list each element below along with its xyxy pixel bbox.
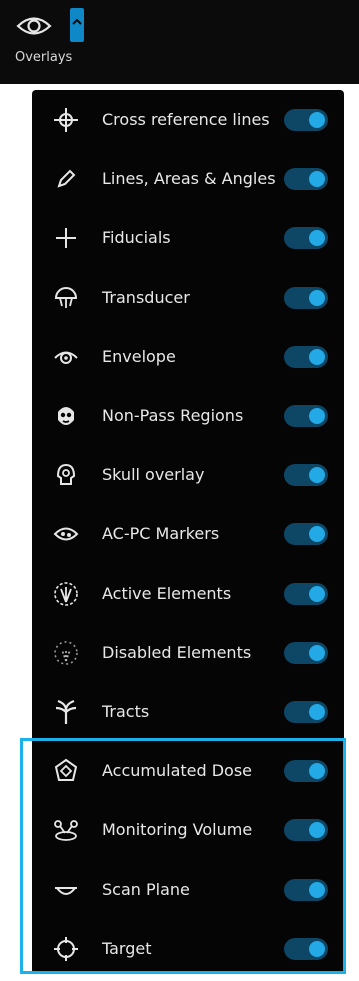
toggle-knob	[309, 881, 325, 898]
overlay-row[interactable]: Fiducials	[32, 208, 344, 267]
plus-icon	[52, 224, 80, 252]
scan-plane-icon	[52, 876, 80, 904]
toggle-knob	[309, 704, 325, 720]
overlay-label: Envelope	[102, 346, 176, 366]
overlay-label: AC-PC Markers	[102, 524, 220, 544]
overlays-label: Overlays	[15, 50, 73, 65]
overlay-row[interactable]: Disabled Elements	[32, 623, 344, 682]
overlay-row[interactable]: Non-Pass Regions	[32, 386, 344, 445]
toggle-knob	[309, 230, 325, 247]
crosshair-icon	[52, 106, 80, 134]
toggle-knob	[309, 644, 325, 661]
overlay-label: Monitoring Volume	[102, 820, 253, 840]
top-toolbar: Overlays	[0, 0, 359, 84]
envelope-icon	[52, 343, 80, 371]
overlay-label: Skull overlay	[102, 465, 205, 485]
overlay-row[interactable]: Scan Plane	[32, 860, 344, 919]
accumulated-dose-icon	[52, 757, 80, 785]
overlay-toggle[interactable]	[284, 345, 328, 368]
chevron-up-icon[interactable]	[70, 8, 84, 42]
overlay-row[interactable]: Monitoring Volume	[32, 800, 344, 859]
toggle-knob	[309, 940, 325, 957]
toggle-knob	[309, 822, 325, 839]
tracts-icon	[52, 698, 80, 726]
overlay-toggle[interactable]	[284, 286, 328, 309]
overlay-row[interactable]: Accumulated Dose	[32, 741, 344, 800]
overlay-row[interactable]: Lines, Areas & Angles	[32, 149, 344, 208]
toggle-knob	[309, 171, 325, 188]
overlay-toggle[interactable]	[284, 523, 328, 546]
overlay-row[interactable]: Target	[32, 919, 344, 978]
overlay-toggle[interactable]	[284, 819, 328, 842]
toggle-knob	[309, 526, 325, 543]
overlay-row[interactable]: Active Elements	[32, 564, 344, 623]
overlay-label: Scan Plane	[102, 879, 190, 899]
overlay-toggle[interactable]	[284, 405, 328, 427]
skull-icon	[52, 461, 80, 489]
overlay-toggle[interactable]	[284, 582, 328, 605]
overlay-label: Disabled Elements	[102, 642, 252, 662]
overlay-label: Transducer	[102, 287, 190, 307]
toggle-knob	[309, 112, 325, 128]
active-elements-icon	[52, 580, 80, 608]
overlay-label: Non-Pass Regions	[102, 406, 244, 425]
overlay-toggle[interactable]	[284, 464, 328, 487]
target-icon	[52, 935, 80, 963]
toggle-knob	[309, 763, 325, 780]
toggle-knob	[309, 585, 325, 602]
ac-pc-markers-icon	[52, 520, 80, 548]
pencil-icon	[52, 165, 80, 193]
toggle-knob	[309, 467, 325, 484]
overlay-label: Target	[102, 938, 152, 958]
eye-icon	[14, 9, 54, 43]
overlay-row[interactable]: Tracts	[32, 682, 344, 741]
monitoring-volume-icon	[52, 816, 80, 844]
overlay-row[interactable]: Envelope	[32, 327, 344, 386]
non-pass-regions-icon	[52, 402, 80, 430]
overlay-toggle[interactable]	[284, 937, 328, 960]
overlay-toggle[interactable]	[284, 227, 328, 250]
overlay-label: Lines, Areas & Angles	[102, 169, 276, 189]
overlay-toggle[interactable]	[284, 701, 328, 723]
overlay-row[interactable]: Skull overlay	[32, 445, 344, 504]
overlay-row[interactable]: Cross reference lines	[32, 90, 344, 149]
overlay-label: Cross reference lines	[102, 110, 270, 129]
overlay-toggle[interactable]	[284, 760, 328, 783]
overlay-label: Tracts	[102, 702, 150, 721]
disabled-elements-icon	[52, 639, 80, 667]
overlays-button[interactable]: Overlays	[10, 6, 90, 76]
toggle-knob	[309, 348, 325, 365]
overlay-toggle[interactable]	[284, 168, 328, 191]
overlay-label: Active Elements	[102, 583, 232, 603]
overlay-row[interactable]: Transducer	[32, 268, 344, 327]
toggle-knob	[309, 289, 325, 306]
toggle-knob	[309, 408, 325, 424]
overlay-row[interactable]: AC-PC Markers	[32, 504, 344, 563]
overlay-label: Accumulated Dose	[102, 761, 253, 781]
overlay-toggle[interactable]	[284, 109, 328, 131]
overlay-toggle[interactable]	[284, 641, 328, 664]
overlay-toggle[interactable]	[284, 878, 328, 901]
overlay-label: Fiducials	[102, 228, 171, 248]
transducer-icon	[52, 284, 80, 312]
